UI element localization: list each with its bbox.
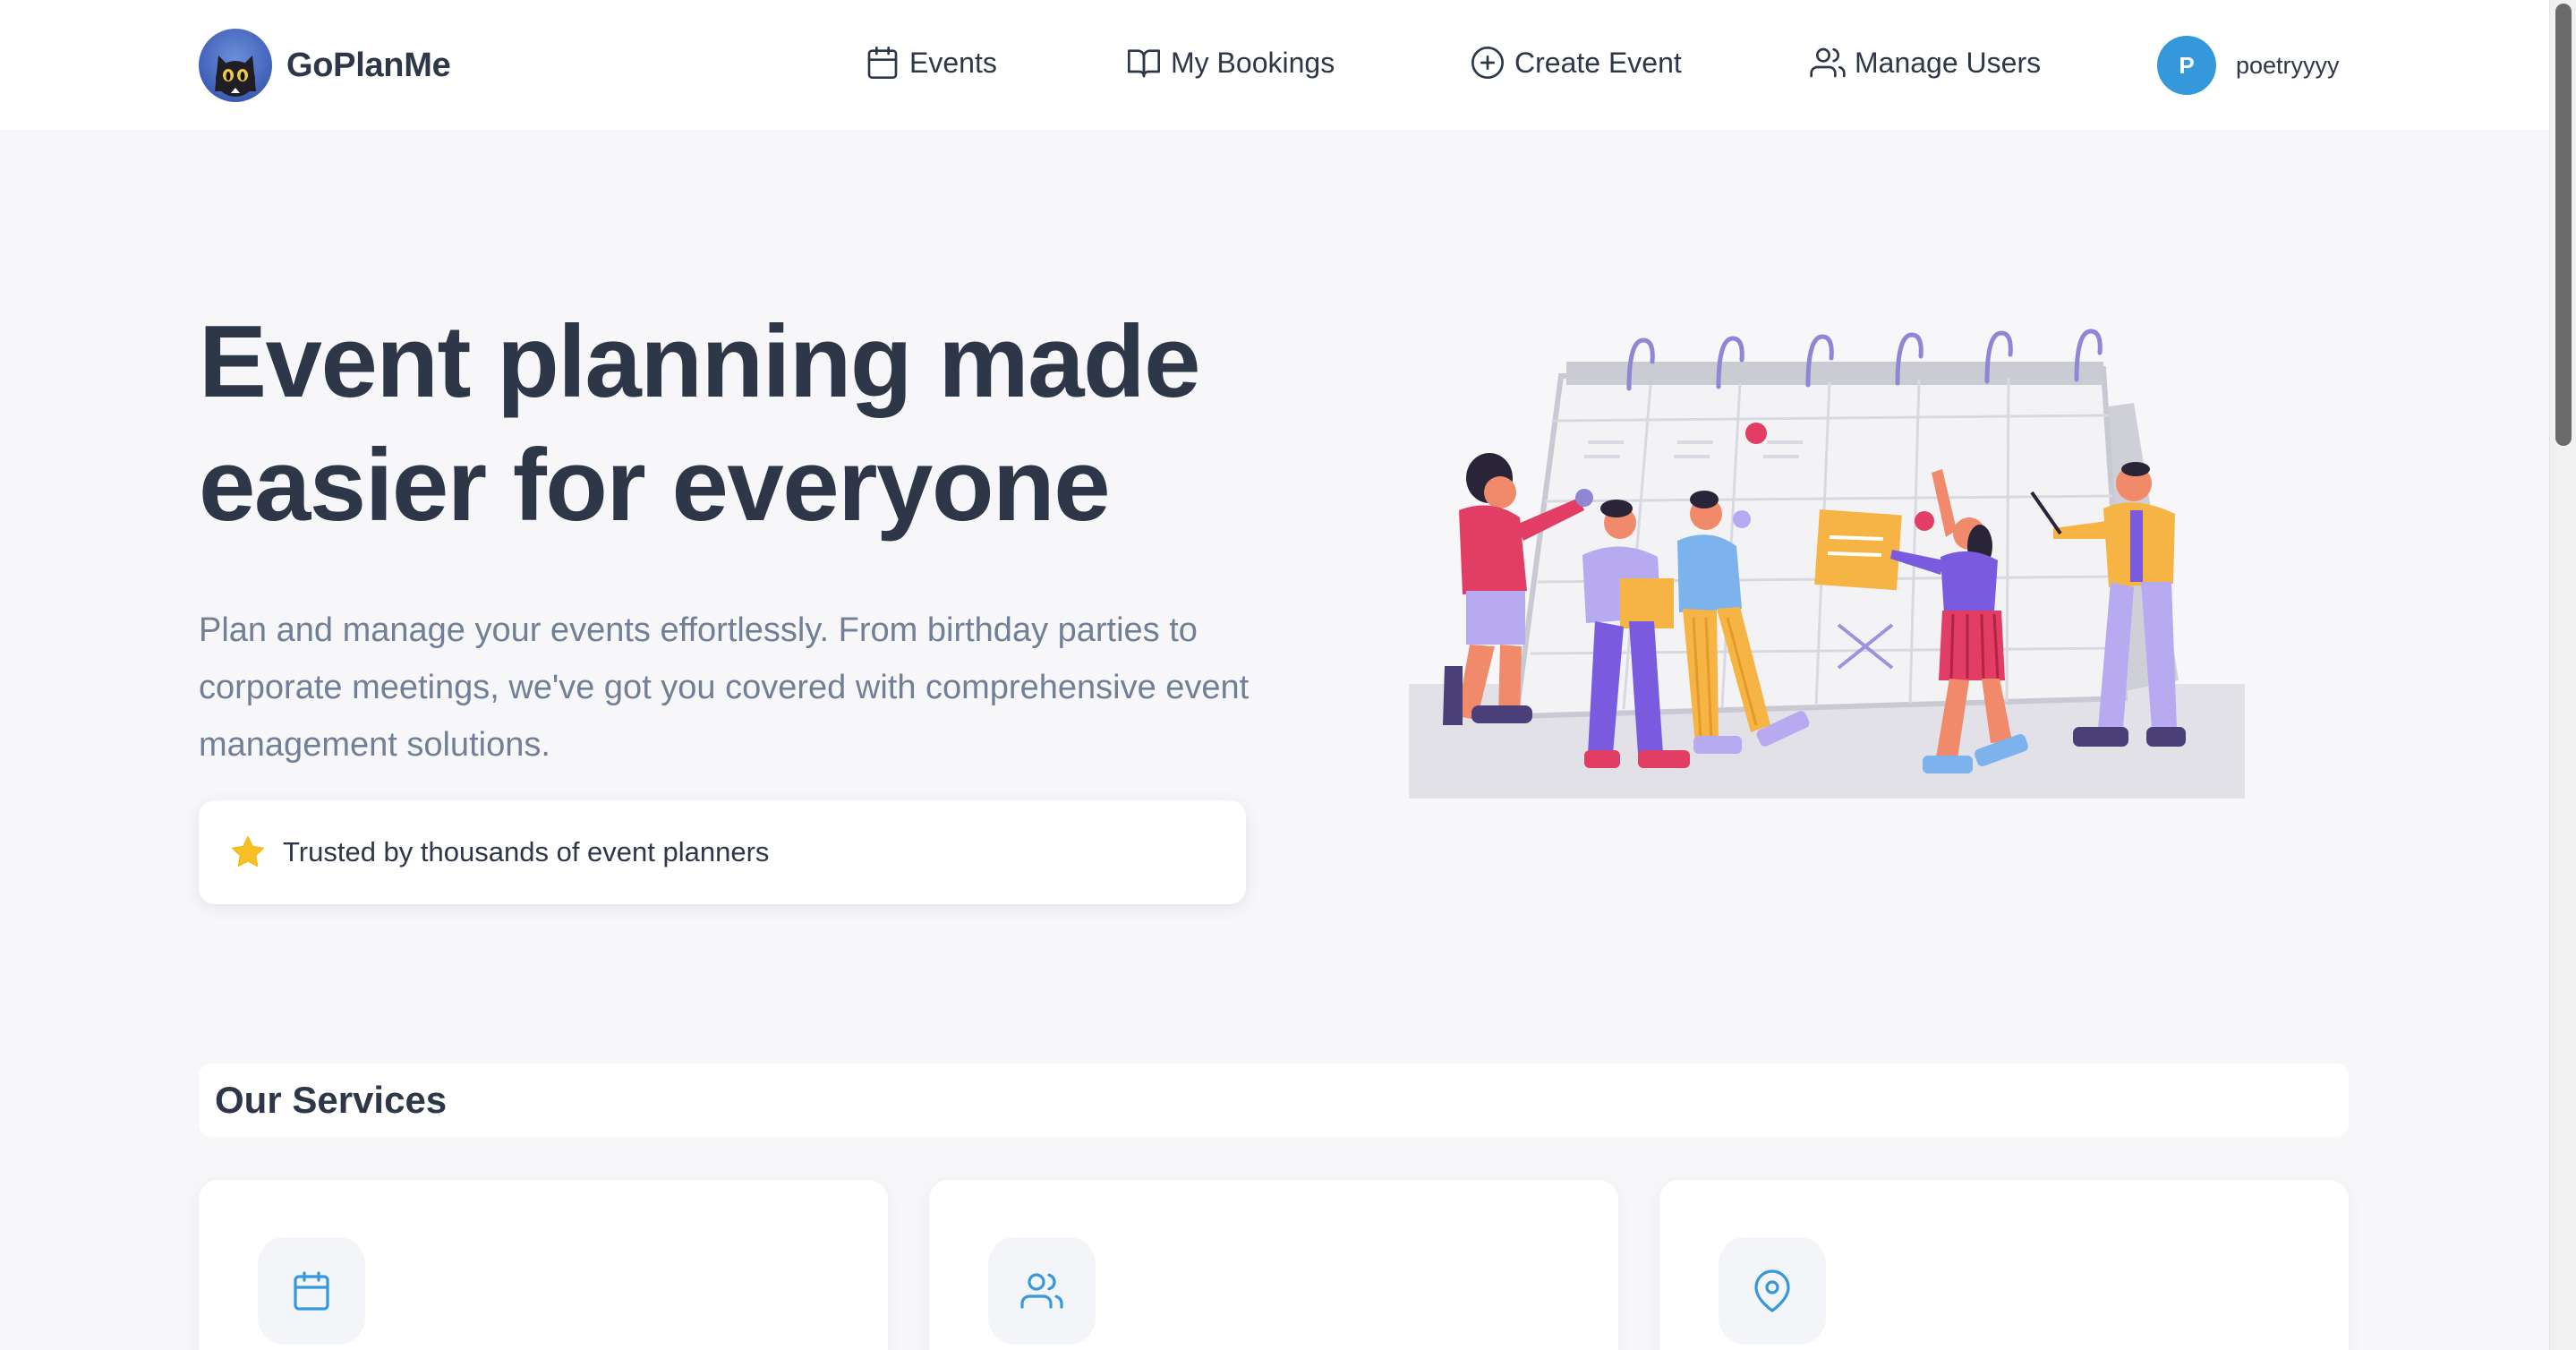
service-card-venues[interactable] bbox=[1659, 1180, 2349, 1350]
star-icon bbox=[231, 835, 265, 867]
scrollbar-track[interactable] bbox=[2549, 0, 2576, 1350]
service-card-guests[interactable] bbox=[929, 1180, 1618, 1350]
brand-link[interactable]: GoPlanMe bbox=[199, 29, 451, 102]
service-icon-box bbox=[988, 1237, 1096, 1345]
username: poetryyyy bbox=[2236, 51, 2340, 79]
hero-title: Event planning made easier for everyone bbox=[199, 301, 1273, 548]
nav-item-create-event[interactable]: Create Event bbox=[1470, 45, 1682, 81]
hero-title-line-2: easier for everyone bbox=[199, 429, 1111, 543]
avatar: P bbox=[2157, 36, 2216, 95]
users-icon bbox=[1810, 47, 1846, 78]
nav-item-events[interactable]: Events bbox=[865, 45, 997, 81]
nav-item-my-bookings[interactable]: My Bookings bbox=[1126, 45, 1335, 81]
nav-item-label: Manage Users bbox=[1855, 46, 2042, 79]
hero-illustration bbox=[1409, 322, 2245, 799]
nav-item-label: Events bbox=[909, 46, 997, 79]
services-title: Our Services bbox=[215, 1079, 448, 1121]
book-open-icon bbox=[1128, 49, 1160, 78]
plus-circle-icon bbox=[1471, 47, 1504, 79]
user-menu[interactable]: P poetryyyy bbox=[2157, 36, 2340, 95]
trust-badge: Trusted by thousands of event planners bbox=[199, 800, 1246, 904]
map-pin-icon bbox=[1754, 1269, 1790, 1312]
nav-item-label: Create Event bbox=[1514, 46, 1682, 79]
calendar-icon bbox=[867, 47, 898, 79]
service-card-planning[interactable] bbox=[199, 1180, 888, 1350]
nav-item-label: My Bookings bbox=[1171, 46, 1335, 79]
navbar: GoPlanMe Events My Bookings Create Event bbox=[0, 0, 2549, 131]
calendar-icon bbox=[294, 1271, 329, 1311]
service-icon-box bbox=[1719, 1237, 1826, 1345]
trust-text: Trusted by thousands of event planners bbox=[283, 836, 770, 867]
page: GoPlanMe Events My Bookings Create Event bbox=[0, 0, 2576, 1350]
cat-logo-icon bbox=[199, 29, 272, 102]
service-icon-box bbox=[258, 1237, 365, 1345]
services-header: Our Services bbox=[199, 1064, 2349, 1137]
scrollbar-thumb[interactable] bbox=[2555, 4, 2572, 446]
nav-item-manage-users[interactable]: Manage Users bbox=[1810, 45, 2041, 81]
users-icon bbox=[1020, 1273, 1063, 1309]
hero-description: Plan and manage your events effortlessly… bbox=[199, 611, 1250, 764]
hero-title-line-1: Event planning made bbox=[199, 305, 1201, 419]
brand-name: GoPlanMe bbox=[286, 46, 451, 84]
